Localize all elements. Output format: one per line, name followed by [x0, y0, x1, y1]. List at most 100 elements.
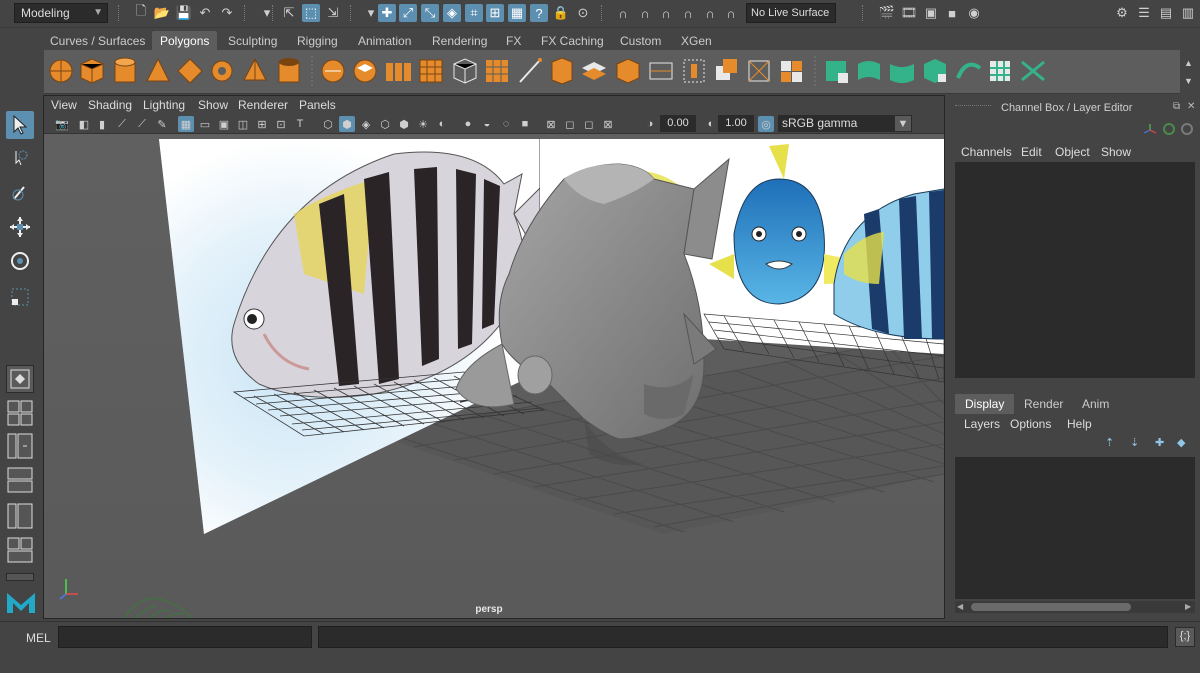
pivot-icon[interactable]: ⊙: [574, 4, 592, 22]
tab-xgen[interactable]: XGen: [673, 31, 720, 50]
film-gate-icon[interactable]: ▭: [197, 116, 213, 132]
magnet-symmetry-icon[interactable]: ∩: [636, 4, 654, 22]
uv-editor-icon[interactable]: [826, 61, 848, 83]
four-view-layout-icon[interactable]: [6, 400, 34, 426]
tab-rigging[interactable]: Rigging: [289, 31, 346, 50]
bevel-icon[interactable]: [453, 58, 477, 84]
live-surface-field[interactable]: No Live Surface: [746, 3, 836, 23]
tab-display[interactable]: Display: [955, 394, 1015, 414]
attribute-editor-icon[interactable]: ☰: [1135, 4, 1153, 22]
menu-layers[interactable]: Layers: [964, 417, 1000, 431]
help-icon[interactable]: ?: [530, 4, 548, 22]
script-language-label[interactable]: MEL: [26, 631, 51, 645]
poly-pipe-icon[interactable]: [278, 58, 300, 83]
color-space-selector[interactable]: sRGB gamma: [778, 115, 912, 132]
combine-icon[interactable]: [321, 59, 345, 83]
snap-surface-icon[interactable]: ◈: [443, 4, 461, 22]
default-material-icon[interactable]: ◈: [358, 116, 374, 132]
open-scene-icon[interactable]: 📂: [153, 4, 171, 22]
smooth-shade-icon[interactable]: ⬢: [339, 116, 355, 132]
new-scene-icon[interactable]: 🗋: [132, 3, 150, 22]
poly-cube-icon[interactable]: [80, 58, 104, 84]
lock-icon[interactable]: 🔒: [552, 4, 570, 22]
slide-edge-icon[interactable]: [781, 61, 802, 82]
tab-polygons[interactable]: Polygons: [152, 31, 218, 50]
separate-icon[interactable]: [353, 59, 377, 83]
snap-curve-icon[interactable]: ⤢: [399, 4, 417, 22]
menu-show[interactable]: Show: [1101, 145, 1131, 159]
image-plane-icon[interactable]: ⟋: [114, 116, 130, 132]
extrude-icon[interactable]: [551, 57, 573, 85]
exposure-field[interactable]: 0.00: [660, 115, 696, 132]
bridge-icon[interactable]: [486, 60, 508, 82]
close-icon[interactable]: ✕: [1187, 101, 1195, 112]
snap-projected-icon[interactable]: ▦: [508, 4, 526, 22]
tab-custom[interactable]: Custom: [612, 31, 669, 50]
select-hierarchy-icon[interactable]: ⇱: [280, 4, 298, 22]
menu-shading[interactable]: Shading: [88, 98, 132, 112]
scale-tool-icon[interactable]: [6, 283, 34, 311]
xray-active-components-icon[interactable]: ⊠: [600, 116, 616, 132]
shadows-icon[interactable]: ◐: [434, 116, 450, 132]
menu-options[interactable]: Options: [1010, 417, 1051, 431]
lasso-tool-icon[interactable]: [6, 145, 34, 173]
menu-help[interactable]: Help: [1067, 417, 1092, 431]
cylindrical-mapping-icon[interactable]: [890, 64, 914, 83]
magnet-point-icon[interactable]: ∩: [679, 4, 697, 22]
render-settings-icon[interactable]: ▣: [922, 4, 940, 22]
depth-of-field-icon[interactable]: ■: [517, 116, 533, 132]
shelf-scroll-down-icon[interactable]: ▼: [1184, 76, 1193, 86]
status-circle-icon[interactable]: [1163, 123, 1175, 135]
menu-panels[interactable]: Panels: [299, 98, 336, 112]
magnet-curve-icon[interactable]: ∩: [657, 4, 675, 22]
redo-icon[interactable]: ↷: [218, 4, 236, 22]
wireframe-icon[interactable]: ⬡: [320, 116, 336, 132]
xray-icon[interactable]: ◻: [562, 116, 578, 132]
tab-fx[interactable]: FX: [498, 31, 529, 50]
tab-anim[interactable]: Anim: [1072, 394, 1119, 414]
camera-attributes-icon[interactable]: ◧: [76, 116, 92, 132]
tab-rendering[interactable]: Rendering: [424, 31, 495, 50]
render-current-icon[interactable]: 🎞: [900, 4, 918, 22]
use-all-lights-icon[interactable]: ☀: [415, 116, 431, 132]
save-scene-icon[interactable]: 💾: [175, 4, 193, 22]
two-d-pan-zoom-icon[interactable]: ⟋: [134, 116, 150, 132]
automatic-mapping-icon[interactable]: [924, 59, 946, 83]
poly-sphere-icon[interactable]: [49, 59, 73, 83]
bookmarks-icon[interactable]: ▮: [94, 116, 110, 132]
script-editor-icon[interactable]: {;}: [1175, 627, 1195, 647]
resolution-gate-icon[interactable]: ▣: [216, 116, 232, 132]
select-object-icon[interactable]: ⬚: [302, 4, 320, 22]
multi-cut-icon[interactable]: [649, 62, 673, 80]
channel-box-icon[interactable]: ▥: [1179, 4, 1197, 22]
status-circle-icon[interactable]: [1181, 123, 1193, 135]
unfold-icon[interactable]: [956, 62, 982, 79]
gamma-icon[interactable]: ◐: [703, 116, 719, 132]
layout-uvs-icon[interactable]: [990, 61, 1010, 81]
menu-show[interactable]: Show: [198, 98, 228, 112]
gamma-field[interactable]: 1.00: [718, 115, 754, 132]
ipr-render-icon[interactable]: ■: [943, 4, 961, 22]
select-tool-icon[interactable]: [6, 111, 34, 139]
menu-channels[interactable]: Channels: [961, 145, 1012, 159]
chevron-down-icon[interactable]: ▼: [894, 115, 912, 132]
panel-grip[interactable]: [955, 105, 991, 107]
fill-hole-icon[interactable]: [582, 62, 606, 80]
motion-blur-icon[interactable]: ◒: [479, 116, 495, 132]
snap-point-icon[interactable]: ⤡: [421, 4, 439, 22]
shelf-scroll-up-icon[interactable]: ▲: [1184, 58, 1193, 68]
new-layer-selected-icon[interactable]: ◆: [1177, 436, 1185, 449]
menu-set-selector[interactable]: Modeling ▼: [14, 3, 108, 23]
graph-layout-icon[interactable]: [6, 467, 34, 493]
magnet-snap-icon[interactable]: ∩: [614, 4, 632, 22]
anti-aliasing-icon[interactable]: ◌: [498, 116, 514, 132]
outliner-layout-icon[interactable]: [6, 433, 34, 459]
planar-mapping-icon[interactable]: [858, 61, 880, 80]
quad-draw-icon[interactable]: [716, 59, 737, 80]
paint-select-tool-icon[interactable]: [6, 179, 34, 207]
move-layer-down-icon[interactable]: ⇣: [1130, 436, 1139, 449]
new-empty-layer-icon[interactable]: ✚: [1155, 436, 1164, 449]
magnet-live-icon[interactable]: ∩: [722, 4, 740, 22]
textured-icon[interactable]: ⬡: [377, 116, 393, 132]
axis-gizmo-icon[interactable]: [1143, 123, 1157, 137]
